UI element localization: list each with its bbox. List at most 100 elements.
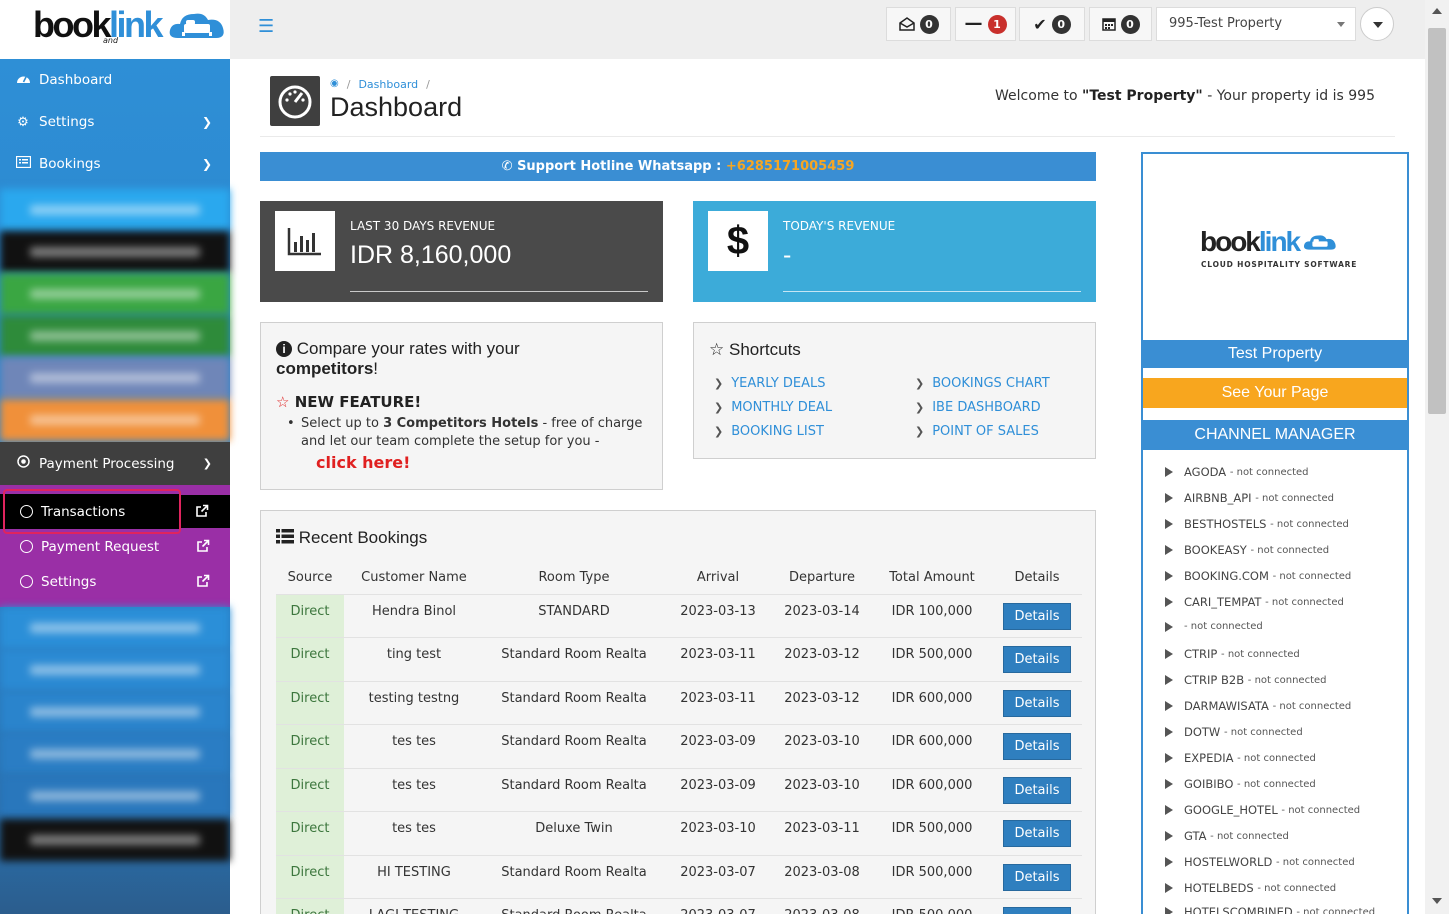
property-sidebar-panel: booklink CLOUD HOSPITALITY SOFTWARE Test… xyxy=(1141,152,1409,914)
details-button[interactable]: Details xyxy=(1003,602,1071,630)
sidebar: Dashboard ⚙ Settings ❯ Bookings ❯ Paymen… xyxy=(0,59,230,914)
submenu-item-payment-request[interactable]: Payment Request xyxy=(0,529,230,564)
circle-icon xyxy=(20,575,33,588)
minus-icon: — xyxy=(964,13,983,34)
channel-item-airbnb: AIRBNB_API - not connected xyxy=(1165,491,1334,505)
page-title: Dashboard xyxy=(330,92,463,122)
recent-bookings-table: Source Customer Name Room Type Arrival D… xyxy=(276,561,1082,914)
booklink-logo: booklink CLOUD HOSPITALITY SOFTWARE xyxy=(1200,226,1358,269)
external-link-icon[interactable] xyxy=(195,504,209,518)
page-header: ◉ / Dashboard / Dashboard Welcome to "Te… xyxy=(260,59,1395,137)
blurred-menu-item[interactable] xyxy=(0,357,230,399)
sidebar-item-payment-processing[interactable]: Payment Processing ❯ xyxy=(0,442,230,485)
blurred-menu-item[interactable] xyxy=(0,231,230,273)
messages-button[interactable]: 0 xyxy=(886,7,951,41)
table-row: Direct ting test Standard Room Realta 2023-… xyxy=(276,637,1082,682)
shortcut-monthly-deal[interactable]: ❯ MONTHLY DEAL xyxy=(714,400,832,415)
todays-revenue-value: - xyxy=(783,241,792,269)
property-select[interactable]: 995-Test Property xyxy=(1156,7,1356,41)
blurred-menu-item[interactable] xyxy=(0,649,230,691)
cancellations-count: 1 xyxy=(987,14,1007,34)
list-icon xyxy=(276,528,299,547)
breadcrumb-dashboard[interactable]: Dashboard xyxy=(358,78,418,91)
channel-item-besthostels: BESTHOSTELS - not connected xyxy=(1165,517,1349,531)
chevron-down-icon: ❯ xyxy=(202,457,212,470)
hotline-phone[interactable]: +6285171005459 xyxy=(726,159,854,174)
blurred-menu-item[interactable] xyxy=(0,733,230,775)
last-30-days-revenue-value: IDR 8,160,000 xyxy=(350,241,512,269)
chevron-right-icon: ❯ xyxy=(201,115,212,129)
blurred-menu-item[interactable] xyxy=(0,399,230,441)
blurred-menu-item[interactable] xyxy=(0,607,230,649)
table-row: DirectLAGI TESTINGStandard Room Realta20… xyxy=(276,898,1082,914)
details-button[interactable]: Details xyxy=(1003,776,1071,804)
details-button[interactable]: Details xyxy=(1003,907,1071,914)
see-your-page-button[interactable]: See Your Page xyxy=(1143,378,1407,408)
info-circle-icon: i xyxy=(276,341,292,357)
calendar-button[interactable]: 0 xyxy=(1089,7,1152,41)
recent-bookings-panel: Recent Bookings Source Customer Name Roo… xyxy=(260,510,1096,914)
page-scrollbar[interactable] xyxy=(1425,0,1449,914)
channel-item-bookeasy: BOOKEASY - not connected xyxy=(1165,543,1329,557)
submenu-item-settings[interactable]: Settings xyxy=(0,564,230,599)
blurred-menu-item[interactable] xyxy=(0,273,230,315)
channel-item-ctrip: CTRIP - not connected xyxy=(1165,647,1300,661)
blurred-menu-item[interactable] xyxy=(0,819,230,861)
brand-logo[interactable]: booklink and xyxy=(0,0,230,59)
table-row: Direct tes tes Standard Room Realta 2023-03… xyxy=(276,724,1082,769)
channel-item-hotelscombined: HOTELSCOMBINED - not connected xyxy=(1165,905,1375,914)
calendar-icon xyxy=(1101,18,1116,31)
hamburger-menu-icon[interactable]: ☰ xyxy=(258,18,274,36)
user-menu-button[interactable] xyxy=(1360,7,1394,41)
cloud-bed-icon xyxy=(1304,235,1336,250)
details-button[interactable]: Details xyxy=(1003,820,1071,847)
breadcrumb: ◉ / Dashboard / xyxy=(330,78,430,91)
last-30-days-revenue-card: LAST 30 DAYS REVENUE IDR 8,160,000 xyxy=(260,201,663,302)
sidebar-item-bookings[interactable]: Bookings ❯ xyxy=(0,143,230,185)
shortcut-bookings-chart[interactable]: ❯ BOOKINGS CHART xyxy=(915,376,1050,391)
check-icon: ✔ xyxy=(1033,14,1047,34)
top-bar: booklink and ☰ 0 — 1 ✔ 0 0 995-Test Prop… xyxy=(0,0,1425,59)
shortcut-booking-list[interactable]: ❯ BOOKING LIST xyxy=(714,424,824,439)
home-icon[interactable]: ◉ xyxy=(330,78,339,91)
transactions-link-area[interactable] xyxy=(181,495,230,528)
sidebar-item-dashboard[interactable]: Dashboard xyxy=(0,59,230,101)
envelope-open-icon xyxy=(898,17,915,31)
support-hotline-banner[interactable]: ✆ Support Hotline Whatsapp : +6285171005… xyxy=(260,152,1096,181)
scrollbar-thumb[interactable] xyxy=(1428,28,1446,414)
confirmations-button[interactable]: ✔ 0 xyxy=(1019,7,1085,41)
scroll-down-arrow-icon[interactable] xyxy=(1432,898,1442,904)
channel-item-gta: GTA - not connected xyxy=(1165,829,1289,843)
scroll-up-arrow-icon[interactable] xyxy=(1432,8,1442,14)
external-link-icon[interactable] xyxy=(196,574,210,588)
cancellations-button[interactable]: — 1 xyxy=(955,7,1016,41)
blurred-menu-item[interactable] xyxy=(0,691,230,733)
shortcut-ibe-dashboard[interactable]: ❯ IBE DASHBOARD xyxy=(915,400,1041,415)
active-item-highlight xyxy=(3,489,181,534)
click-here-link[interactable]: click here! xyxy=(316,453,410,472)
blurred-menu-item[interactable] xyxy=(0,315,230,357)
channel-manager-header: CHANNEL MANAGER xyxy=(1143,420,1407,450)
welcome-message: Welcome to "Test Property" - Your proper… xyxy=(995,88,1375,104)
dashboard-icon xyxy=(270,76,320,126)
external-link-icon[interactable] xyxy=(196,539,210,553)
circle-icon xyxy=(20,540,33,553)
blurred-menu-item[interactable] xyxy=(0,189,230,231)
table-row: Direct tes tes Deluxe Twin 2023-03-10 2023-0… xyxy=(276,811,1082,856)
table-row: Direct tes tes Standard Room Realta 2023-03… xyxy=(276,768,1082,812)
shortcut-yearly-deals[interactable]: ❯ YEARLY DEALS xyxy=(714,376,826,391)
channel-item-goibibo: GOIBIBO - not connected xyxy=(1165,777,1316,791)
channel-item-agoda: AGODA - not connected xyxy=(1165,465,1309,479)
details-button[interactable]: Details xyxy=(1003,689,1071,717)
details-button[interactable]: Details xyxy=(1003,646,1071,673)
details-button[interactable]: Details xyxy=(1003,733,1071,760)
chevron-right-icon: ❯ xyxy=(714,401,724,414)
messages-count: 0 xyxy=(919,14,939,34)
sidebar-item-settings[interactable]: ⚙ Settings ❯ xyxy=(0,101,230,143)
blurred-menu-item[interactable] xyxy=(0,775,230,817)
shortcut-point-of-sales[interactable]: ❯ POINT OF SALES xyxy=(915,424,1039,439)
chevron-right-icon: ❯ xyxy=(201,157,212,171)
chevron-right-icon: ❯ xyxy=(915,401,925,414)
calendar-count: 0 xyxy=(1120,14,1140,34)
details-button[interactable]: Details xyxy=(1003,863,1071,891)
